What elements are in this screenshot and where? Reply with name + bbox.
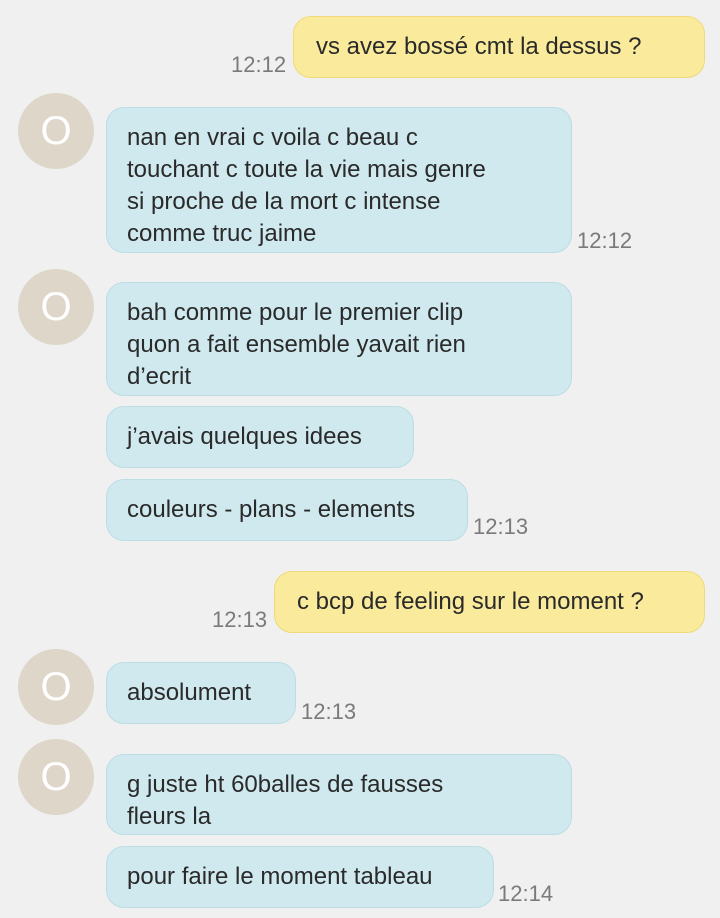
message-timestamp: 12:13	[301, 699, 357, 724]
avatar[interactable]: O	[18, 649, 94, 725]
message-timestamp: 12:13	[212, 607, 268, 632]
message-timestamp: 12:12	[577, 228, 633, 253]
message-bubble-incoming[interactable]: bah comme pour le premier clip quon a fa…	[106, 282, 572, 396]
message-text: bah comme pour le premier clip	[127, 299, 464, 326]
message-bubble-incoming[interactable]: absolument	[106, 662, 296, 724]
message-bubble-outgoing[interactable]: vs avez bossé cmt la dessus ?	[293, 16, 705, 78]
message-text: comme truc jaime	[127, 220, 317, 247]
message-text: g juste ht 60balles de fausses	[127, 771, 444, 798]
message-text: absolument	[127, 679, 252, 706]
message-bubble-incoming[interactable]: nan en vrai c voila c beau c touchant c …	[106, 107, 572, 253]
message-text: touchant c toute la vie mais genre	[127, 156, 486, 183]
message-text: d’ecrit	[127, 363, 192, 390]
message-text: c bcp de feeling sur le moment ?	[297, 588, 644, 615]
chat-thread: vs avez bossé cmt la dessus ? 12:12 O na…	[0, 0, 720, 918]
avatar[interactable]: O	[18, 269, 94, 345]
message-text: quon a fait ensemble yavait rien	[127, 331, 466, 358]
message-text: fleurs la	[127, 803, 212, 830]
message-text: nan en vrai c voila c beau c	[127, 124, 418, 151]
message-bubble-incoming[interactable]: j’avais quelques idees	[106, 406, 414, 468]
message-timestamp: 12:12	[231, 52, 287, 77]
message-text: j’avais quelques idees	[127, 423, 362, 450]
message-timestamp: 12:13	[473, 514, 529, 539]
message-text: couleurs - plans - elements	[127, 496, 416, 523]
message-text: pour faire le moment tableau	[127, 863, 433, 890]
message-text: si proche de la mort c intense	[127, 188, 441, 215]
avatar[interactable]: O	[18, 739, 94, 815]
avatar[interactable]: O	[18, 93, 94, 169]
message-bubble-outgoing[interactable]: c bcp de feeling sur le moment ?	[274, 571, 705, 633]
message-bubble-incoming[interactable]: pour faire le moment tableau	[106, 846, 494, 908]
message-text: vs avez bossé cmt la dessus ?	[316, 33, 642, 60]
message-bubble-incoming[interactable]: g juste ht 60balles de fausses fleurs la	[106, 754, 572, 835]
message-bubble-incoming[interactable]: couleurs - plans - elements	[106, 479, 468, 541]
message-timestamp: 12:14	[498, 881, 554, 906]
